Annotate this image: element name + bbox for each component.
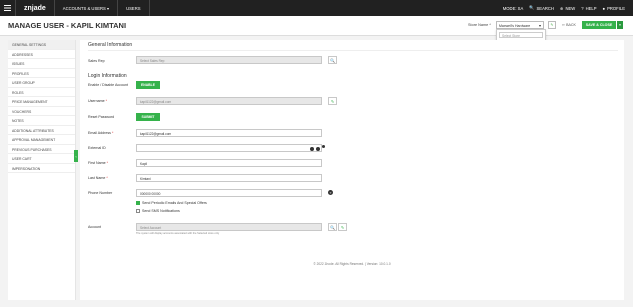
help-link[interactable]: ? HELP <box>581 6 596 11</box>
sidebar-item-roles[interactable]: ROLES <box>8 88 75 97</box>
sidebar-collapse-tab[interactable]: ‹ <box>74 150 78 162</box>
account-edit-button[interactable]: ✎ <box>338 223 347 231</box>
general-info-title: General Information <box>88 42 133 48</box>
loading-dot-icon <box>316 147 320 151</box>
reset-password-label: Reset Password <box>88 115 115 119</box>
sidebar-item-vouchers[interactable]: VOUCHERS <box>8 107 75 116</box>
external-id-label: External ID <box>88 146 106 150</box>
help-icon[interactable]: ? <box>328 190 333 195</box>
sidebar-item-addresses[interactable]: ADDRESSES <box>8 50 75 59</box>
login-info-title: Login Information <box>88 73 127 79</box>
sms-notifications-checkbox[interactable]: Send SMS Notifications <box>136 209 180 213</box>
plus-icon: ⊕ <box>559 5 564 11</box>
checkbox-unchecked-icon <box>136 209 140 213</box>
sidebar: GENERAL SETTINGS ADDRESSES ISSUES PROFIL… <box>8 40 76 300</box>
sidebar-item-previous-purchases[interactable]: PREVIOUS PURCHASES <box>8 145 75 154</box>
sales-rep-search-button[interactable]: 🔍 <box>328 56 337 64</box>
edit-username-button[interactable]: ✎ <box>328 97 337 105</box>
search-icon: 🔍 <box>529 5 535 10</box>
account-label: Account <box>88 225 101 229</box>
sidebar-item-issues[interactable]: ISSUES <box>8 59 75 69</box>
app-logo[interactable]: znjade <box>16 0 55 16</box>
store-search-input[interactable]: Select Store <box>499 32 543 38</box>
sidebar-item-general-settings[interactable]: GENERAL SETTINGS <box>8 40 75 50</box>
pencil-icon: ✎ <box>340 224 345 230</box>
chevron-down-icon: ▾ <box>538 23 541 28</box>
top-navbar: znjade ACCOUNTS & USERS ▾ USERS MODE: SA… <box>0 0 633 16</box>
username-label: Username * <box>88 99 107 103</box>
enable-account-label: Enable / Disable Account <box>88 83 128 87</box>
profile-link[interactable]: ● PROFILE <box>603 6 625 11</box>
store-name-label: Store Name * <box>468 23 491 27</box>
user-icon: ● <box>602 5 606 11</box>
sidebar-item-price-management[interactable]: PRICE MANAGEMENT <box>8 97 75 107</box>
email-field[interactable]: kapil1122@gmail.com <box>136 129 322 137</box>
new-link[interactable]: ⊕ NEW <box>560 6 575 11</box>
nav-users[interactable]: USERS <box>118 0 150 16</box>
sidebar-item-impersonation[interactable]: IMPERSONATION <box>8 164 75 173</box>
enable-button[interactable]: ENABLE <box>136 81 160 89</box>
first-name-label: First Name * <box>88 161 108 165</box>
periodic-emails-checkbox[interactable]: Send Periodic Emails And Special Offers <box>136 201 207 205</box>
sidebar-item-approval-management[interactable]: APPROVAL MANAGEMENT <box>8 135 75 145</box>
search-icon: 🔍 <box>330 57 335 63</box>
search-link[interactable]: 🔍 SEARCH <box>529 5 554 11</box>
sidebar-item-profiles[interactable]: PROFILES <box>8 69 75 78</box>
back-button[interactable]: ⇐ BACK <box>560 21 578 29</box>
main-form: General Information Sales Rep Select Sal… <box>80 40 624 300</box>
checkbox-checked-icon <box>136 201 140 205</box>
external-id-field[interactable] <box>136 144 322 152</box>
search-icon: 🔍 <box>330 224 335 230</box>
chevron-left-icon: ‹ <box>75 153 77 159</box>
footer-copyright: © 2022 Znode. All Rights Reserved. | Ver… <box>313 262 391 266</box>
sales-rep-label: Sales Rep <box>88 59 105 63</box>
divider <box>88 50 618 51</box>
back-arrow-icon: ⇐ <box>562 23 566 27</box>
hamburger-menu-icon[interactable] <box>0 0 16 16</box>
help-icon: ? <box>581 5 584 11</box>
last-name-label: Last Name * <box>88 176 108 180</box>
account-hint: The system will display accounts associa… <box>136 232 220 235</box>
account-field[interactable]: Select Account <box>136 223 322 231</box>
username-field[interactable]: kapil1122@gmail.com <box>136 97 322 105</box>
store-select[interactable]: Maxwell's Hardware ▾ <box>496 21 544 29</box>
edit-store-button[interactable]: ✎ <box>548 21 556 29</box>
phone-field[interactable]: 000000 00000 <box>136 189 322 197</box>
first-name-field[interactable]: Kapil <box>136 159 322 167</box>
account-search-button[interactable]: 🔍 <box>328 223 337 231</box>
sidebar-item-user-cart[interactable]: USER CART <box>8 154 75 164</box>
nav-accounts-users[interactable]: ACCOUNTS & USERS ▾ <box>55 0 119 16</box>
sidebar-item-additional-attributes[interactable]: ADDITIONAL ATTRIBUTES <box>8 126 75 135</box>
reset-password-button[interactable]: SUBMIT <box>136 113 160 121</box>
pencil-icon: ✎ <box>330 98 335 104</box>
page-title: MANAGE USER - KAPIL KIMTANI <box>8 21 127 30</box>
sidebar-item-notes[interactable]: NOTES <box>8 116 75 126</box>
save-close-button[interactable]: SAVE & CLOSE <box>582 21 616 29</box>
save-options-caret[interactable]: ▾ <box>617 21 623 29</box>
last-name-field[interactable]: Kimtani <box>136 174 322 182</box>
loading-dot-icon <box>310 147 314 151</box>
mode-indicator[interactable]: MODE: SA <box>503 6 523 11</box>
sidebar-item-user-group[interactable]: USER GROUP <box>8 78 75 88</box>
loading-dot-icon <box>322 145 325 148</box>
pencil-icon: ✎ <box>550 23 554 27</box>
phone-label: Phone Number <box>88 191 113 195</box>
email-label: Email Address * <box>88 131 114 135</box>
sales-rep-field[interactable]: Select Sales Rep <box>136 56 322 64</box>
